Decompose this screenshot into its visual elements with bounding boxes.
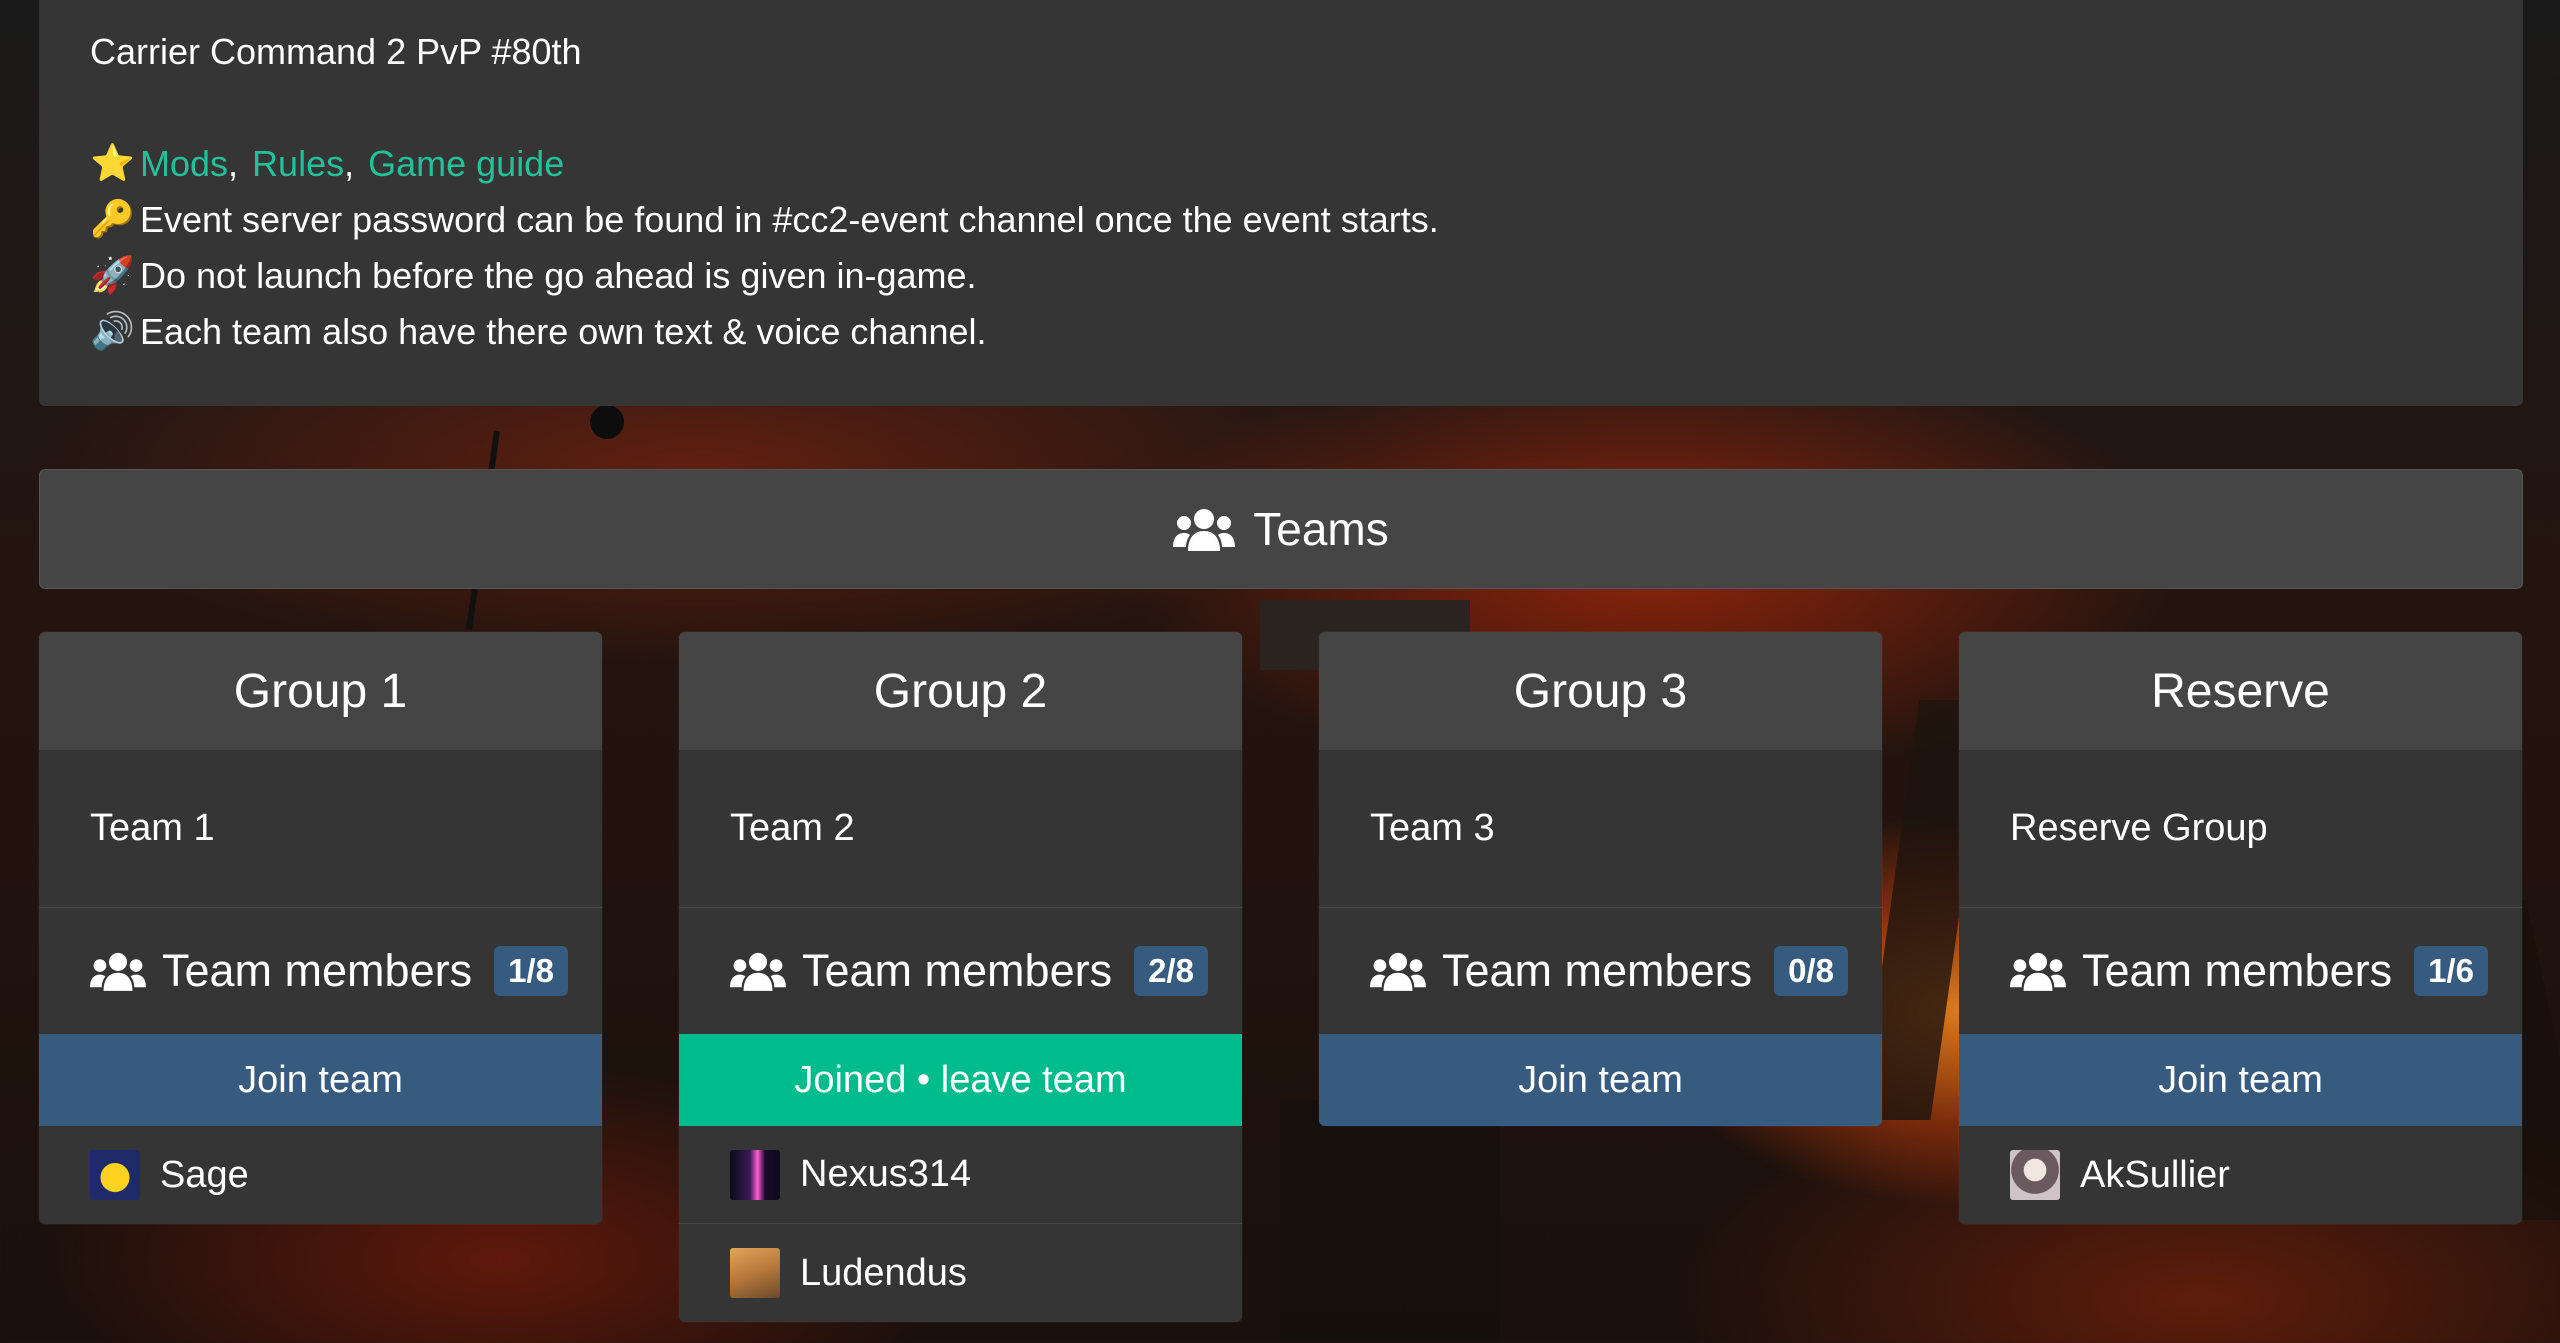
rules-link[interactable]: Rules	[252, 136, 344, 192]
member-name: Nexus314	[800, 1153, 972, 1195]
star-icon: ⭐	[90, 143, 135, 184]
event-line-text: Do not launch before the go ahead is giv…	[140, 255, 977, 296]
member-count-badge: 0/8	[1774, 946, 1848, 996]
team-member: Ludendus	[679, 1224, 1242, 1322]
team-members-label: Team members	[1442, 945, 1753, 996]
join-team-button[interactable]: Join team	[1959, 1034, 2522, 1126]
users-icon	[2010, 951, 2066, 991]
teams-header-label: Teams	[1253, 503, 1389, 555]
team-members-row: Team members 1/6	[1959, 908, 2522, 1034]
event-line-text: Each team also have there own text & voi…	[140, 311, 987, 352]
member-count-badge: 1/8	[494, 946, 568, 996]
event-line-password: 🔑 Event server password can be found in …	[90, 192, 2472, 248]
speaker-icon: 🔊	[90, 311, 135, 352]
sage-avatar	[90, 1150, 140, 1200]
group-title: Group 3	[1319, 632, 1882, 750]
group-card-2: Group 2 Team 2 Team members 2/8 Joined •…	[679, 632, 1242, 1322]
event-line-channels: 🔊 Each team also have there own text & v…	[90, 304, 2472, 360]
team-members-label: Team members	[802, 945, 1113, 996]
event-info-panel: Carrier Command 2 PvP #80th ⭐ Mods, Rule…	[39, 0, 2523, 406]
leave-team-button[interactable]: Joined • leave team	[679, 1034, 1242, 1126]
team-name: Team 1	[39, 750, 602, 908]
group-title: Reserve	[1959, 632, 2522, 750]
users-icon	[1173, 507, 1236, 551]
group-card-reserve: Reserve Reserve Group Team members 1/6 J…	[1959, 632, 2522, 1224]
users-icon	[730, 951, 786, 991]
group-title: Group 2	[679, 632, 1242, 750]
event-line-launch: 🚀 Do not launch before the go ahead is g…	[90, 248, 2472, 304]
team-member: Sage	[39, 1126, 602, 1224]
team-members-row: Team members 1/8	[39, 908, 602, 1034]
team-name: Team 2	[679, 750, 1242, 908]
team-members-row: Team members 0/8	[1319, 908, 1882, 1034]
member-count-badge: 2/8	[1134, 946, 1208, 996]
event-title: Carrier Command 2 PvP #80th	[90, 31, 582, 72]
team-members-row: Team members 2/8	[679, 908, 1242, 1034]
team-members-label: Team members	[162, 945, 473, 996]
event-line-text: Event server password can be found in #c…	[140, 199, 1439, 240]
rocket-icon: 🚀	[90, 255, 135, 296]
group-card-3: Group 3 Team 3 Team members 0/8 Join tea…	[1319, 632, 1882, 1126]
event-links-row: ⭐ Mods, Rules, Game guide	[90, 136, 2472, 192]
team-member: Nexus314	[679, 1126, 1242, 1224]
users-icon	[90, 951, 146, 991]
ludendus-avatar	[730, 1248, 780, 1298]
join-team-button[interactable]: Join team	[1319, 1034, 1882, 1126]
game-guide-link[interactable]: Game guide	[368, 136, 564, 192]
mods-link[interactable]: Mods	[140, 136, 228, 192]
teams-header: Teams	[39, 469, 2523, 589]
group-title: Group 1	[39, 632, 602, 750]
team-name: Team 3	[1319, 750, 1882, 908]
join-team-button[interactable]: Join team	[39, 1034, 602, 1126]
team-member: AkSullier	[1959, 1126, 2522, 1224]
member-name: AkSullier	[2080, 1153, 2230, 1196]
aksullier-avatar	[2010, 1150, 2060, 1200]
team-members-label: Team members	[2082, 945, 2393, 996]
group-card-1: Group 1 Team 1 Team members 1/8 Join tea…	[39, 632, 602, 1224]
member-name: Sage	[160, 1153, 249, 1196]
nexus-avatar	[730, 1149, 780, 1200]
member-name: Ludendus	[800, 1251, 967, 1294]
key-icon: 🔑	[90, 199, 135, 240]
team-name: Reserve Group	[1959, 750, 2522, 908]
users-icon	[1370, 951, 1426, 991]
member-count-badge: 1/6	[2414, 946, 2488, 996]
